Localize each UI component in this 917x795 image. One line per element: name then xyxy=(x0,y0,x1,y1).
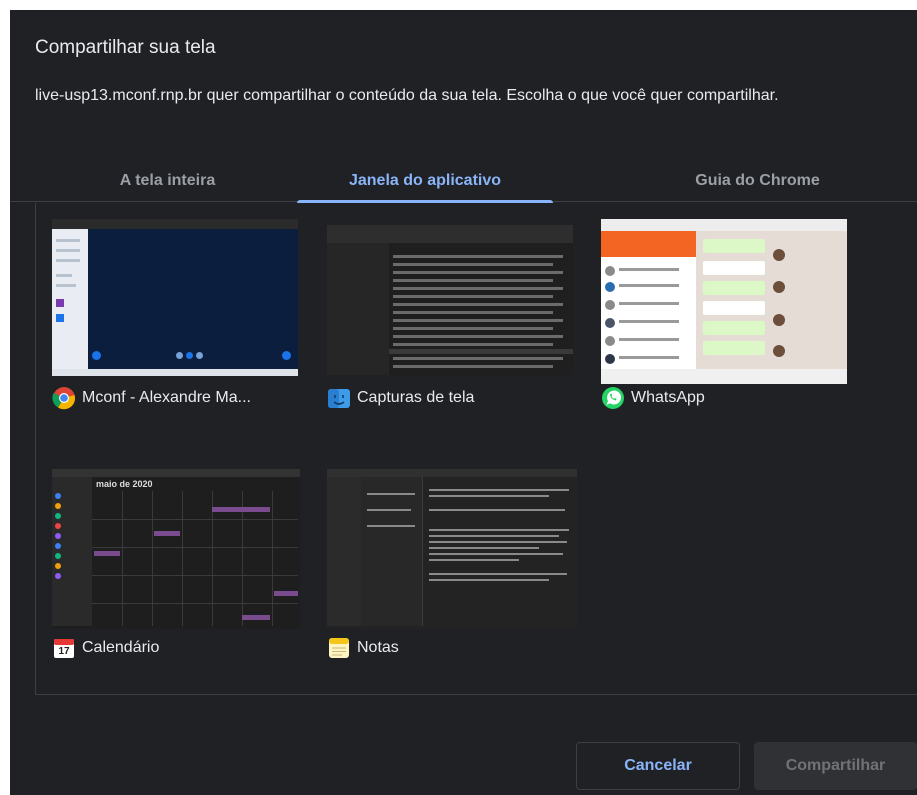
window-label-notes: Notas xyxy=(327,635,399,661)
whatsapp-icon xyxy=(601,386,625,410)
chrome-icon xyxy=(52,386,76,410)
calendar-icon: 17 xyxy=(52,636,76,660)
window-thumbnail-finder xyxy=(327,225,573,375)
tab-entire-screen[interactable]: A tela inteira xyxy=(50,160,285,202)
calendar-thumbnail-heading: maio de 2020 xyxy=(96,479,153,489)
cancel-button[interactable]: Cancelar xyxy=(576,742,740,790)
calendar-icon-day: 17 xyxy=(58,646,70,657)
tab-application-window[interactable]: Janela do aplicativo xyxy=(297,160,553,203)
tab-chrome-tab[interactable]: Guia do Chrome xyxy=(640,160,875,202)
window-thumbnail-calendar: maio de 2020 xyxy=(52,469,300,629)
share-button[interactable]: Compartilhar xyxy=(754,742,917,790)
window-label-screenshots: Capturas de tela xyxy=(327,385,474,411)
window-thumbnail-whatsapp xyxy=(601,219,847,384)
window-label-mconf: Mconf - Alexandre Ma... xyxy=(52,385,251,411)
window-thumbnail-notes xyxy=(327,469,577,629)
share-screen-dialog: Compartilhar sua tela live-usp13.mconf.r… xyxy=(10,10,917,795)
window-thumbnail-mconf xyxy=(52,219,298,376)
window-grid: Mconf - Alexandre Ma... Capturas de tela… xyxy=(35,203,917,695)
dialog-title: Compartilhar sua tela xyxy=(35,37,216,58)
window-label-whatsapp: WhatsApp xyxy=(601,385,705,411)
finder-folder-icon xyxy=(327,386,351,410)
notes-icon xyxy=(327,636,351,660)
dialog-description: live-usp13.mconf.rnp.br quer compartilha… xyxy=(35,87,779,104)
tab-bar: A tela inteira Janela do aplicativo Guia… xyxy=(10,160,917,203)
window-label-calendar: 17 Calendário xyxy=(52,635,159,661)
